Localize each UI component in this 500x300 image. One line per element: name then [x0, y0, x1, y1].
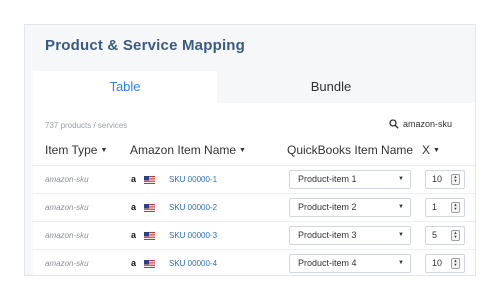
search-icon: [389, 119, 399, 129]
quantity-stepper[interactable]: 10 ▲ ▼: [425, 170, 465, 189]
tab-bundle[interactable]: Bundle: [217, 71, 445, 103]
item-type-cell: amazon-sku: [45, 231, 89, 240]
item-type-cell: amazon-sku: [45, 259, 89, 268]
item-type-cell: amazon-sku: [45, 203, 89, 212]
sku-link[interactable]: SKU 00000-4: [169, 259, 217, 268]
dropdown-arrow-icon: ▼: [398, 260, 404, 266]
spinner-icon[interactable]: ▲ ▼: [451, 174, 460, 185]
caret-down-icon: ▼: [239, 147, 246, 155]
tab-bar: Table Bundle: [33, 71, 475, 103]
amazon-logo-icon: a: [131, 230, 137, 240]
table-container: 737 products / services amazon-sku Item …: [33, 103, 475, 275]
item-type-cell: amazon-sku: [45, 175, 89, 184]
spinner-icon[interactable]: ▲ ▼: [451, 258, 460, 269]
spinner-icon[interactable]: ▲ ▼: [451, 230, 460, 241]
table-row: amazon-sku a SKU 00000-1 Product-item 1 ▼…: [33, 165, 475, 193]
column-header-qty[interactable]: X ▼: [422, 143, 440, 157]
search-box[interactable]: amazon-sku: [389, 115, 473, 133]
amazon-logo-icon: a: [131, 202, 137, 212]
sku-link[interactable]: SKU 00000-1: [169, 175, 217, 184]
quickbooks-item-select[interactable]: Product-item 2 ▼: [289, 198, 411, 217]
column-header-item-type[interactable]: Item Type ▼: [45, 143, 107, 157]
spinner-icon[interactable]: ▲ ▼: [451, 202, 460, 213]
dropdown-arrow-icon: ▼: [398, 232, 404, 238]
quantity-stepper[interactable]: 1 ▲ ▼: [425, 198, 465, 217]
quantity-stepper[interactable]: 5 ▲ ▼: [425, 226, 465, 245]
item-count: 737 products / services: [45, 121, 128, 130]
table-row: amazon-sku a SKU 00000-2 Product-item 2 ▼…: [33, 193, 475, 221]
page-title: Product & Service Mapping: [45, 37, 246, 54]
search-input[interactable]: amazon-sku: [403, 119, 452, 129]
table-header: Item Type ▼ Amazon Item Name ▼ QuickBooks …: [33, 141, 475, 165]
quickbooks-item-select[interactable]: Product-item 4 ▼: [289, 254, 411, 273]
quickbooks-item-select[interactable]: Product-item 3 ▼: [289, 226, 411, 245]
mapping-panel: Product & Service Mapping Table Bundle 7…: [24, 24, 476, 276]
quantity-stepper[interactable]: 10 ▲ ▼: [425, 254, 465, 273]
caret-down-icon: ▼: [433, 147, 440, 155]
amazon-logo-icon: a: [131, 174, 137, 184]
us-flag-icon: [144, 232, 155, 240]
us-flag-icon: [144, 176, 155, 184]
column-header-amazon-item[interactable]: Amazon Item Name ▼: [130, 143, 246, 157]
us-flag-icon: [144, 204, 155, 212]
dropdown-arrow-icon: ▼: [398, 204, 404, 210]
dropdown-arrow-icon: ▼: [398, 176, 404, 182]
sku-link[interactable]: SKU 00000-3: [169, 231, 217, 240]
sku-link[interactable]: SKU 00000-2: [169, 203, 217, 212]
us-flag-icon: [144, 260, 155, 268]
table-row: amazon-sku a SKU 00000-3 Product-item 3 ▼…: [33, 221, 475, 249]
column-header-quickbooks-item: QuickBooks Item Name: [287, 143, 414, 157]
amazon-logo-icon: a: [131, 258, 137, 268]
quickbooks-item-select[interactable]: Product-item 1 ▼: [289, 170, 411, 189]
tab-table[interactable]: Table: [33, 71, 217, 103]
caret-down-icon: ▼: [100, 147, 108, 155]
table-row: amazon-sku a SKU 00000-4 Product-item 4 ▼…: [33, 249, 475, 275]
